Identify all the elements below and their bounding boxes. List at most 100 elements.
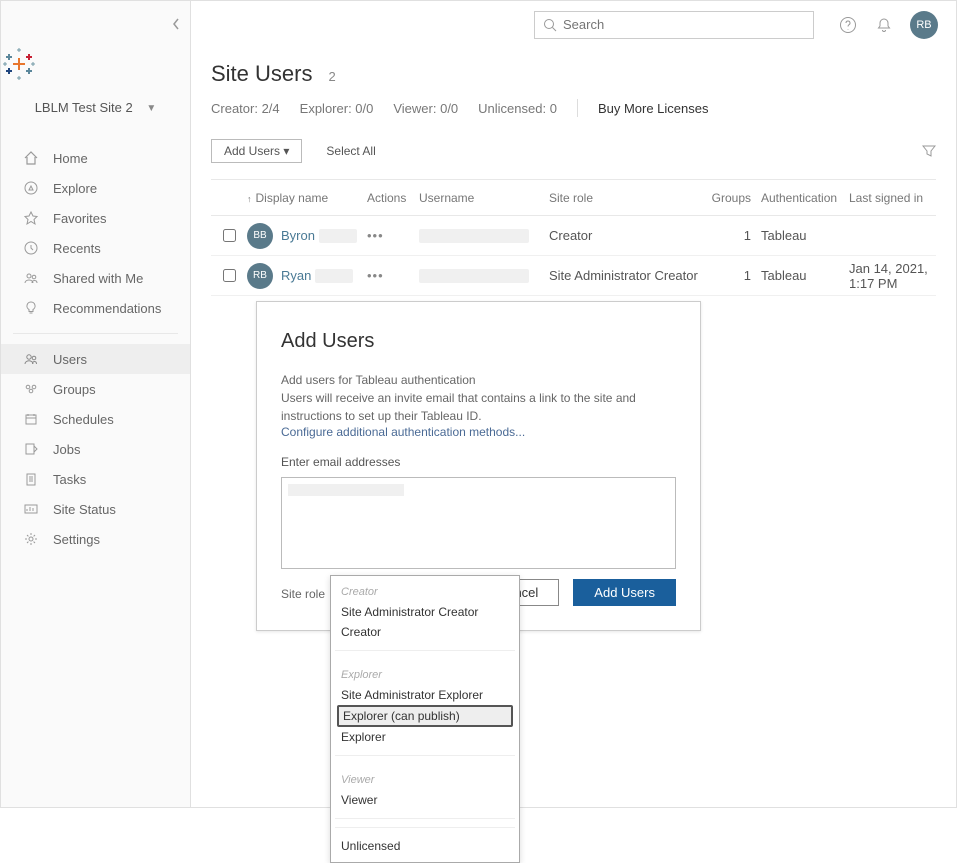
status-icon	[23, 501, 41, 517]
row-checkbox[interactable]	[223, 269, 236, 282]
bell-icon[interactable]	[871, 12, 897, 38]
add-users-button[interactable]: Add Users ▾	[211, 139, 302, 163]
toolbar: Add Users ▾ Select All	[211, 139, 936, 163]
table-row[interactable]: RBRyan•••Site Administrator Creator1Tabl…	[211, 256, 936, 296]
filter-icon[interactable]	[922, 144, 936, 158]
user-avatar-small: RB	[247, 263, 273, 289]
user-name-link[interactable]: Byron	[281, 228, 315, 243]
users-icon	[23, 351, 41, 367]
row-auth: Tableau	[761, 268, 849, 283]
col-display-name[interactable]: ↑Display name	[247, 191, 367, 205]
collapse-sidebar-button[interactable]	[171, 17, 181, 31]
clipboard-icon	[23, 471, 41, 487]
sort-up-icon: ↑	[247, 194, 252, 204]
dropdown-item[interactable]: Site Administrator Creator	[331, 602, 519, 622]
sidebar-item-site-status[interactable]: Site Status	[1, 494, 190, 524]
dropdown-item[interactable]: Unlicensed	[331, 836, 519, 856]
dropdown-item[interactable]: Creator	[331, 622, 519, 642]
emails-textarea[interactable]	[281, 477, 676, 569]
nav-label: Shared with Me	[53, 271, 143, 286]
tableau-logo	[1, 1, 190, 82]
configure-auth-link[interactable]: Configure additional authentication meth…	[281, 425, 676, 439]
sidebar-item-recents[interactable]: Recents	[1, 233, 190, 263]
sidebar-item-schedules[interactable]: Schedules	[1, 404, 190, 434]
nav-label: Schedules	[53, 412, 114, 427]
sidebar-item-tasks[interactable]: Tasks	[1, 464, 190, 494]
add-users-submit-button[interactable]: Add Users	[573, 579, 676, 606]
select-all-link[interactable]: Select All	[326, 144, 375, 158]
site-name: LBLM Test Site 2	[35, 100, 133, 115]
search-input[interactable]	[563, 17, 805, 32]
gear-icon	[23, 531, 41, 547]
site-role-dropdown: CreatorSite Administrator CreatorCreator…	[330, 575, 520, 863]
chevron-down-icon: ▼	[146, 103, 156, 114]
nav-label: Tasks	[53, 472, 86, 487]
dropdown-item[interactable]: Site Administrator Explorer	[331, 685, 519, 705]
table-row[interactable]: BBByron•••Creator1Tableau	[211, 216, 936, 256]
redacted	[315, 269, 353, 283]
nav-label: Site Status	[53, 502, 116, 517]
home-icon	[23, 150, 41, 166]
placeholder-redacted	[288, 484, 404, 496]
search-box[interactable]	[534, 11, 814, 39]
sidebar-item-jobs[interactable]: Jobs	[1, 434, 190, 464]
nav-label: Users	[53, 352, 87, 367]
dialog-line2: Users will receive an invite email that …	[281, 389, 676, 425]
dropdown-item[interactable]: Viewer	[331, 790, 519, 810]
row-auth: Tableau	[761, 228, 849, 243]
row-groups: 1	[709, 228, 761, 243]
col-actions[interactable]: Actions	[367, 191, 419, 205]
sidebar-item-shared[interactable]: Shared with Me	[1, 263, 190, 293]
sidebar-item-favorites[interactable]: Favorites	[1, 203, 190, 233]
users-table: ↑Display name Actions Username Site role…	[211, 179, 936, 296]
user-count: 2	[328, 69, 335, 84]
compass-icon	[23, 180, 41, 196]
help-icon[interactable]	[835, 12, 861, 38]
row-checkbox[interactable]	[223, 229, 236, 242]
nav-label: Explore	[53, 181, 97, 196]
dropdown-divider	[335, 755, 515, 756]
dropdown-group-label: Explorer	[331, 659, 519, 685]
search-icon	[543, 18, 557, 32]
people-icon	[23, 270, 41, 286]
sidebar-item-home[interactable]: Home	[1, 143, 190, 173]
col-last-signed[interactable]: Last signed in	[849, 191, 936, 205]
col-username[interactable]: Username	[419, 191, 549, 205]
stat-viewer: Viewer: 0/0	[393, 101, 458, 116]
col-auth[interactable]: Authentication	[761, 191, 849, 205]
star-icon	[23, 210, 41, 226]
dropdown-divider	[335, 827, 515, 828]
sidebar-item-users[interactable]: Users	[1, 344, 190, 374]
col-site-role[interactable]: Site role	[549, 191, 709, 205]
sidebar-item-settings[interactable]: Settings	[1, 524, 190, 554]
nav-label: Settings	[53, 532, 100, 547]
buy-more-link[interactable]: Buy More Licenses	[598, 101, 709, 116]
clock-icon	[23, 240, 41, 256]
table-header: ↑Display name Actions Username Site role…	[211, 180, 936, 216]
user-name-link[interactable]: Ryan	[281, 268, 311, 283]
row-role: Site Administrator Creator	[549, 268, 709, 283]
dropdown-divider	[335, 650, 515, 651]
nav-label: Home	[53, 151, 88, 166]
nav-top: Home Explore Favorites Recents Shared wi…	[1, 143, 190, 323]
row-actions-button[interactable]: •••	[367, 228, 384, 243]
nav-bottom: Users Groups Schedules Jobs Tasks Site S…	[1, 344, 190, 554]
stat-explorer: Explorer: 0/0	[300, 101, 374, 116]
sidebar-item-explore[interactable]: Explore	[1, 173, 190, 203]
dropdown-item[interactable]: Explorer (can publish)	[337, 705, 513, 727]
site-selector[interactable]: LBLM Test Site 2 ▼	[1, 100, 190, 115]
user-avatar[interactable]: RB	[910, 11, 938, 39]
groups-icon	[23, 381, 41, 397]
sidebar-item-groups[interactable]: Groups	[1, 374, 190, 404]
row-actions-button[interactable]: •••	[367, 268, 384, 283]
lightbulb-icon	[23, 300, 41, 316]
topbar: RB	[191, 1, 956, 49]
nav-label: Jobs	[53, 442, 80, 457]
dropdown-item[interactable]: Explorer	[331, 727, 519, 747]
dialog-line1: Add users for Tableau authentication	[281, 371, 676, 389]
main-content: Site Users 2 Creator: 2/4 Explorer: 0/0 …	[191, 49, 956, 308]
col-groups[interactable]: Groups	[709, 191, 761, 205]
sidebar-item-recommendations[interactable]: Recommendations	[1, 293, 190, 323]
user-avatar-small: BB	[247, 223, 273, 249]
redacted	[419, 269, 529, 283]
